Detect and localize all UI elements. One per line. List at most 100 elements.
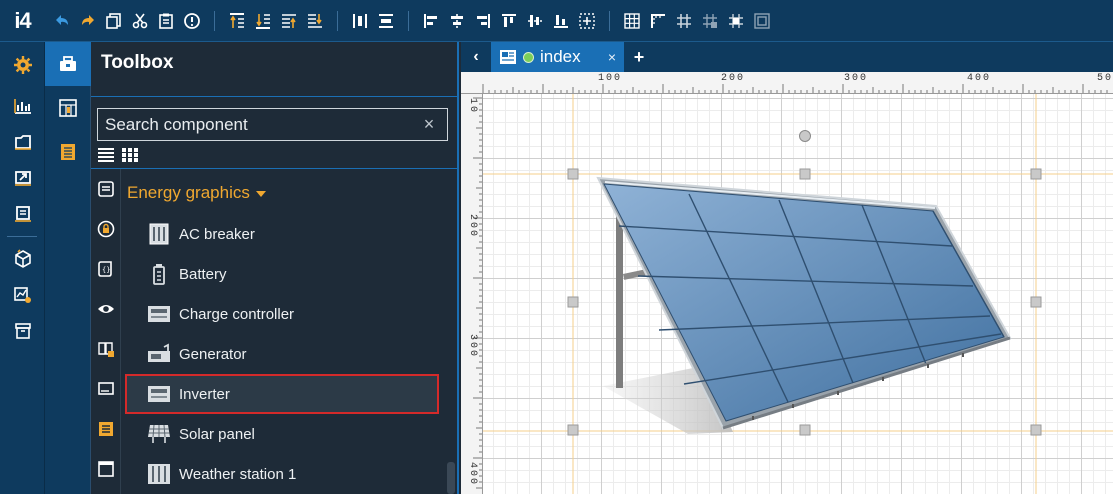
component-label: Generator [179,345,247,363]
tab-index[interactable]: index × [491,42,624,72]
grid-icon [624,12,640,29]
export-button[interactable] [0,160,45,196]
component-label: Charge controller [179,305,295,323]
ruler-vertical: 10 200 300 400 [461,94,483,494]
app-window: i4 Toolbox Search component × {} Energy … [0,0,1113,494]
copy-button[interactable] [101,8,127,34]
component-inverter[interactable]: Inverter [125,374,439,414]
component-generator[interactable]: Generator [125,334,439,374]
bring-to-front-button[interactable] [224,8,250,34]
cut-button[interactable] [127,8,153,34]
snap-grid-button[interactable] [671,8,697,34]
redo-button[interactable] [75,8,101,34]
configuration-button[interactable] [0,277,45,313]
bring-forward-button[interactable] [276,8,302,34]
view-toggles [97,146,139,164]
tabs-prev-button[interactable]: ‹ [461,42,491,72]
category-language-button[interactable] [91,329,121,369]
category-display-button[interactable] [91,369,121,409]
list-view-button[interactable] [97,146,115,164]
clear-search-button[interactable]: × [417,112,441,136]
solar-panel-icon [147,422,171,446]
tab-label: index [540,47,581,66]
category-windows-button[interactable] [91,449,121,489]
category-lists-button[interactable] [91,409,121,449]
project-button[interactable] [0,124,45,160]
align-right-icon [477,13,490,28]
generator-icon [147,342,171,366]
toolbar-separator [408,10,409,31]
layout-icon [59,99,77,117]
toolbox-scrollbar[interactable] [447,462,455,494]
category-icon-bar: {} [91,169,121,494]
send-to-back-button[interactable] [250,8,276,34]
script-icon: {} [98,261,112,277]
undo-button[interactable] [49,8,75,34]
component-charge-controller[interactable]: Charge controller [125,294,439,334]
app-logo: i4 [14,7,31,33]
center-in-parent-button[interactable] [574,8,600,34]
package-button[interactable] [0,241,45,277]
properties-tab-button[interactable] [45,130,91,174]
basic-components-icon [98,181,114,197]
rulers-button[interactable] [645,8,671,34]
align-bottom-button[interactable] [548,8,574,34]
undo-icon [56,14,68,25]
layout-tab-button[interactable] [45,86,91,130]
grid-view-icon [122,148,138,162]
settings-button[interactable] [0,42,45,88]
fit-to-screen-button[interactable] [749,8,775,34]
align-middle-button[interactable] [522,8,548,34]
align-left-button[interactable] [418,8,444,34]
validate-button[interactable] [179,8,205,34]
gear-icon [13,56,32,74]
component-list: AC breaker Battery Charge controller Gen… [125,214,439,494]
category-scripts-button[interactable]: {} [91,249,121,289]
category-basic-button[interactable] [91,169,121,209]
bring-forward-icon [282,13,296,28]
search-input[interactable] [97,108,448,141]
component-solar-panel[interactable]: Solar panel [125,414,439,454]
bring-to-front-icon [230,12,244,28]
ruler-label: 200 [721,73,746,84]
align-right-button[interactable] [470,8,496,34]
category-header-energy-graphics[interactable]: Energy graphics [127,183,266,203]
nav-separator [7,236,37,237]
grid-view-button[interactable] [121,146,139,164]
component-battery[interactable]: Battery [125,254,439,294]
distribute-vertical-button[interactable] [373,8,399,34]
component-ac-breaker[interactable]: AC breaker [125,214,439,254]
design-canvas[interactable] [483,94,1113,494]
grid-button[interactable] [619,8,645,34]
align-top-icon [502,13,516,27]
ruler-label: 200 [467,214,478,239]
redo-icon [82,14,94,25]
component-weather-station[interactable]: Weather station 1 [125,454,439,494]
window-icon [98,461,114,477]
add-tab-button[interactable]: + [624,42,654,72]
lock-icon [97,220,115,238]
align-top-button[interactable] [496,8,522,34]
snap-objects-button[interactable] [697,8,723,34]
dashboard-button[interactable] [0,88,45,124]
battery-icon [147,262,171,286]
align-center-button[interactable] [444,8,470,34]
snap-guides-button[interactable] [723,8,749,34]
paste-button[interactable] [153,8,179,34]
ruler-ticks [473,97,482,489]
svg-text:{}: {} [102,266,110,274]
toolbox-tab-button[interactable] [45,42,91,86]
toolbox-title: Toolbox [101,52,174,73]
distribute-horizontal-button[interactable] [347,8,373,34]
rotate-handle[interactable] [799,130,811,142]
report-button[interactable] [0,196,45,232]
category-visibility-button[interactable] [91,289,121,329]
archive-button[interactable] [0,313,45,349]
book-language-icon [98,342,114,357]
category-security-button[interactable] [91,209,121,249]
send-backward-button[interactable] [302,8,328,34]
list-icon [99,422,113,436]
close-tab-button[interactable]: × [608,49,616,65]
main-toolbar: i4 [0,0,1113,42]
component-label: Inverter [179,385,230,403]
